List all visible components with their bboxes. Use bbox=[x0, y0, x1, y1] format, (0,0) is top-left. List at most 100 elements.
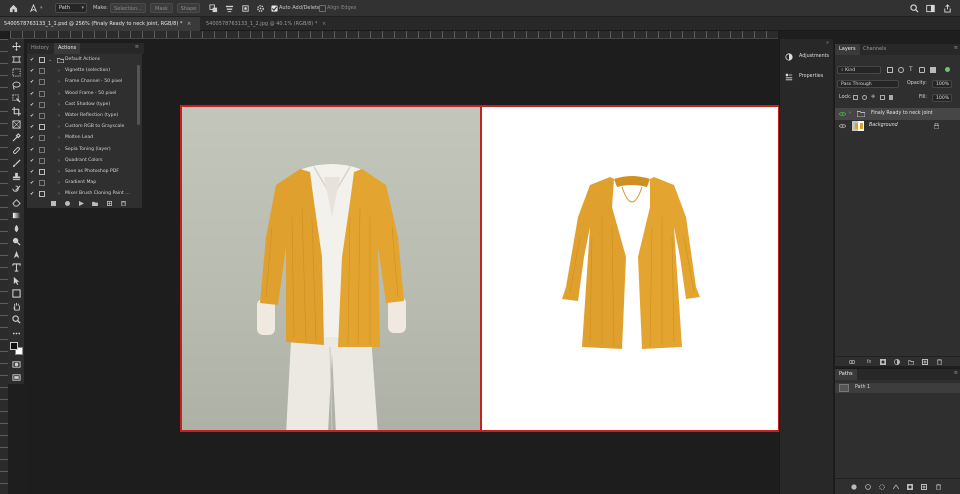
new-group-icon[interactable] bbox=[908, 359, 914, 365]
checkmark-icon[interactable]: ✔ bbox=[30, 158, 36, 164]
blend-mode-dropdown[interactable]: Pass Through bbox=[837, 80, 899, 88]
checkmark-icon[interactable]: ✔ bbox=[30, 79, 36, 85]
add-mask-icon[interactable] bbox=[880, 359, 886, 365]
dialog-toggle-icon[interactable] bbox=[39, 146, 45, 153]
lock-all-icon[interactable] bbox=[889, 95, 893, 100]
collapse-icon[interactable]: » bbox=[826, 40, 829, 46]
marquee-tool-icon[interactable] bbox=[11, 67, 22, 78]
filter-type-icon[interactable]: T bbox=[909, 66, 913, 73]
auto-add-delete-checkbox[interactable] bbox=[269, 3, 279, 13]
checkmark-icon[interactable]: ✔ bbox=[30, 113, 36, 119]
stroke-path-icon[interactable] bbox=[865, 484, 871, 490]
action-item[interactable]: ✔ › Cast Shadow (type) bbox=[27, 101, 137, 109]
trash-icon[interactable] bbox=[936, 359, 942, 365]
dialog-toggle-icon[interactable] bbox=[39, 57, 45, 63]
eyedropper-tool-icon[interactable] bbox=[11, 132, 22, 143]
shape-tool-icon[interactable] bbox=[11, 288, 22, 299]
history-brush-tool-icon[interactable] bbox=[11, 184, 22, 195]
dialog-toggle-icon[interactable] bbox=[39, 157, 45, 164]
tab-document-2[interactable]: 5400578763133_1_2.jpg @ 40.1% (RGB/8) * … bbox=[202, 17, 332, 31]
brush-tool-icon[interactable] bbox=[11, 158, 22, 169]
chevron-right-icon[interactable]: › bbox=[58, 90, 60, 98]
new-set-icon[interactable] bbox=[92, 200, 98, 206]
action-set[interactable]: ✔ ⌄ Default Actions bbox=[27, 56, 137, 64]
gear-icon[interactable] bbox=[255, 3, 265, 13]
stop-icon[interactable] bbox=[50, 200, 56, 206]
dialog-toggle-icon[interactable] bbox=[39, 180, 45, 187]
shape-button[interactable]: Shape bbox=[177, 3, 200, 13]
properties-panel-button[interactable]: Properties bbox=[783, 70, 833, 84]
checkmark-icon[interactable]: ✔ bbox=[30, 57, 36, 63]
chevron-right-icon[interactable]: › bbox=[58, 157, 60, 165]
action-item[interactable]: ✔ › Custom RGB to Grayscale bbox=[27, 123, 137, 131]
eye-icon[interactable] bbox=[839, 111, 846, 117]
pen-tool-icon[interactable] bbox=[11, 249, 22, 260]
object-selection-tool-icon[interactable] bbox=[11, 93, 22, 104]
add-mask-icon[interactable] bbox=[907, 484, 913, 490]
work-path-icon[interactable] bbox=[893, 484, 899, 490]
opacity-input[interactable]: 100% bbox=[932, 80, 952, 88]
color-swatches[interactable] bbox=[10, 342, 23, 356]
chevron-right-icon[interactable]: › bbox=[58, 146, 60, 154]
share-icon[interactable] bbox=[942, 3, 952, 13]
dialog-toggle-icon[interactable] bbox=[39, 135, 45, 142]
zoom-tool-icon[interactable] bbox=[11, 314, 22, 325]
checkmark-icon[interactable]: ✔ bbox=[30, 180, 36, 186]
action-item[interactable]: ✔ › Molten Lead bbox=[27, 134, 137, 142]
workspace-icon[interactable] bbox=[925, 3, 935, 13]
filter-shape-icon[interactable] bbox=[919, 67, 925, 73]
blur-tool-icon[interactable] bbox=[11, 223, 22, 234]
action-item[interactable]: ✔ › Sepia Toning (layer) bbox=[27, 146, 137, 154]
tab-document-1[interactable]: 5400578763133_1_1.psd @ 256% (Finaly Rea… bbox=[0, 17, 200, 31]
clone-stamp-tool-icon[interactable] bbox=[11, 171, 22, 182]
action-item[interactable]: ✔ › Gradient Map bbox=[27, 179, 137, 187]
pen-tool-icon[interactable] bbox=[28, 3, 38, 13]
dialog-toggle-icon[interactable] bbox=[39, 124, 45, 131]
dialog-toggle-icon[interactable] bbox=[39, 191, 45, 198]
panel-menu-icon[interactable]: ≡ bbox=[954, 370, 958, 376]
chevron-right-icon[interactable]: › bbox=[58, 179, 60, 187]
tab-channels[interactable]: Channels bbox=[859, 44, 890, 55]
trash-icon[interactable] bbox=[935, 484, 941, 490]
canvas-cutout-result[interactable] bbox=[481, 105, 780, 432]
dodge-tool-icon[interactable] bbox=[11, 236, 22, 247]
action-item[interactable]: ✔ › Wood Frame - 50 pixel bbox=[27, 90, 137, 98]
eraser-tool-icon[interactable] bbox=[11, 197, 22, 208]
mask-button[interactable]: Mask bbox=[150, 3, 173, 13]
close-icon[interactable]: × bbox=[322, 21, 326, 27]
chevron-right-icon[interactable]: › bbox=[58, 134, 60, 142]
panel-menu-icon[interactable]: ≡ bbox=[135, 44, 139, 50]
path-selection-tool-icon[interactable] bbox=[11, 275, 22, 286]
checkmark-icon[interactable]: ✔ bbox=[30, 135, 36, 141]
lock-artboard-icon[interactable] bbox=[880, 95, 885, 100]
dialog-toggle-icon[interactable] bbox=[39, 79, 45, 86]
selection-button[interactable]: Selection... bbox=[110, 3, 146, 13]
home-icon[interactable] bbox=[8, 3, 18, 13]
chevron-right-icon[interactable]: › bbox=[58, 123, 60, 131]
checkmark-icon[interactable]: ✔ bbox=[30, 68, 36, 74]
path-row[interactable]: Path 1 bbox=[835, 383, 960, 393]
tab-layers[interactable]: Layers bbox=[835, 44, 860, 55]
tab-paths[interactable]: Paths bbox=[835, 369, 857, 380]
checkmark-icon[interactable]: ✔ bbox=[30, 191, 36, 197]
type-tool-icon[interactable] bbox=[11, 262, 22, 273]
gradient-tool-icon[interactable] bbox=[11, 210, 22, 221]
new-layer-icon[interactable] bbox=[922, 359, 928, 365]
layer-style-icon[interactable]: fx bbox=[866, 359, 872, 365]
trash-icon[interactable] bbox=[120, 200, 126, 206]
chevron-right-icon[interactable]: › bbox=[58, 78, 60, 86]
lock-pixels-icon[interactable] bbox=[862, 95, 867, 100]
dialog-toggle-icon[interactable] bbox=[39, 169, 45, 175]
layer-row-background[interactable]: Background bbox=[835, 120, 960, 132]
tab-actions[interactable]: Actions bbox=[54, 43, 81, 54]
action-item[interactable]: ✔ › Save as Photoshop PDF bbox=[27, 168, 137, 176]
dialog-toggle-icon[interactable] bbox=[39, 101, 45, 108]
checkmark-icon[interactable]: ✔ bbox=[30, 91, 36, 97]
checkmark-icon[interactable]: ✔ bbox=[30, 147, 36, 153]
artboard-tool-icon[interactable] bbox=[11, 54, 22, 65]
chevron-down-icon[interactable]: ⌄ bbox=[48, 56, 52, 64]
layer-row-group[interactable]: › Finaly Ready to neck joint bbox=[835, 108, 960, 120]
quick-mask-icon[interactable] bbox=[11, 359, 22, 370]
lock-position-icon[interactable]: ✥ bbox=[871, 94, 875, 100]
checkmark-icon[interactable]: ✔ bbox=[30, 124, 36, 130]
